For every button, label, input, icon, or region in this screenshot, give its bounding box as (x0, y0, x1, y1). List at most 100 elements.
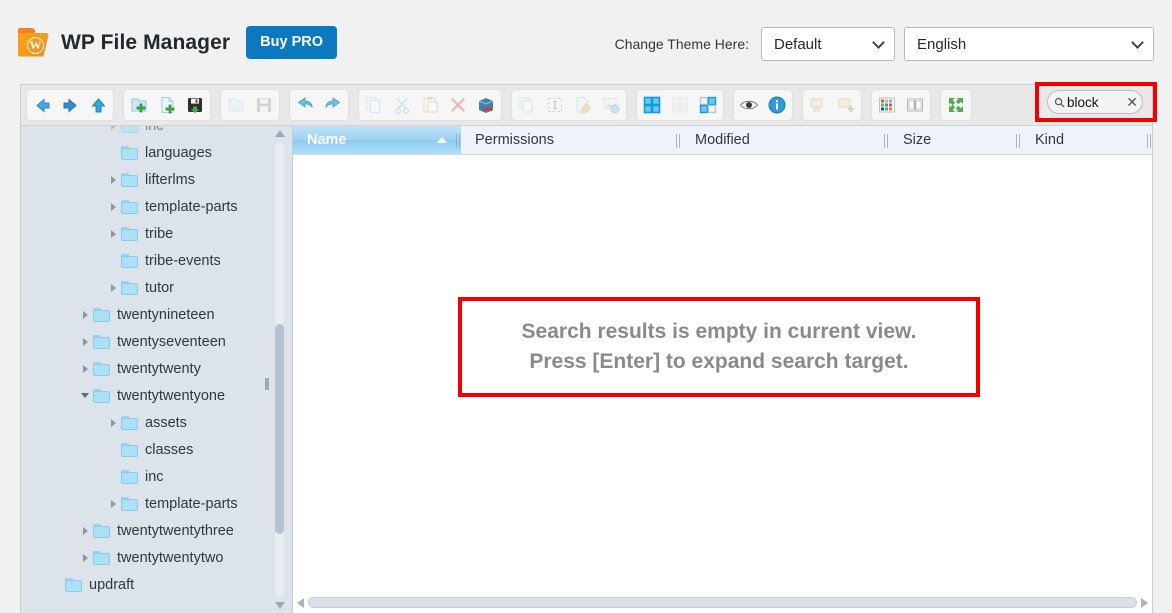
language-select[interactable]: English (904, 27, 1154, 61)
tree-item-template-parts[interactable]: template-parts (21, 490, 279, 517)
column-header-permissions[interactable]: Permissions (461, 126, 681, 154)
expand-arrow-icon[interactable] (77, 364, 93, 373)
tree-item-languages[interactable]: languages (21, 139, 279, 166)
expand-arrow-icon[interactable] (77, 553, 93, 562)
back-button[interactable] (28, 91, 56, 119)
info-button[interactable] (763, 91, 791, 119)
tree-item-tribe[interactable]: tribe (21, 220, 279, 247)
scroll-up-arrow-icon[interactable] (275, 130, 285, 137)
toolbar-group-edit (511, 89, 627, 121)
edit-file-button[interactable] (569, 91, 597, 119)
tree-item-updraft[interactable]: updraft (21, 571, 279, 598)
buy-pro-button[interactable]: Buy PRO (246, 26, 337, 59)
icons-view-button[interactable] (638, 91, 666, 119)
extract-button[interactable] (804, 91, 832, 119)
empty-message-line-1: Search results is empty in current view. (521, 320, 917, 344)
expand-arrow-icon[interactable] (77, 337, 93, 346)
tree-item-inc[interactable]: inc (21, 463, 279, 490)
tree-item-label: twentytwenty (117, 360, 201, 377)
tree-item-twentytwentythree[interactable]: twentytwentythree (21, 517, 279, 544)
collapse-arrow-icon[interactable] (77, 393, 93, 398)
sidebar-vertical-scrollbar[interactable] (273, 128, 286, 611)
folder-icon (121, 172, 138, 187)
expand-arrow-icon[interactable] (105, 126, 121, 130)
brand: W WP File Manager Buy PRO (18, 26, 337, 59)
scroll-down-arrow-icon[interactable] (275, 602, 285, 609)
column-header-name[interactable]: Name (293, 126, 461, 154)
paste-button[interactable] (416, 91, 444, 119)
folder-icon (121, 469, 138, 484)
save-button[interactable] (250, 91, 278, 119)
pane-horizontal-scrollbar[interactable] (293, 592, 1152, 613)
rename-button[interactable] (541, 91, 569, 119)
tree-item-label: twentynineteen (117, 306, 215, 323)
column-resize-grip[interactable] (1147, 134, 1152, 148)
help-button[interactable] (901, 91, 929, 119)
new-file-button[interactable] (153, 91, 181, 119)
undo-button[interactable] (291, 91, 319, 119)
folder-icon (93, 388, 110, 403)
forward-button[interactable] (56, 91, 84, 119)
scrollbar-thumb[interactable] (308, 597, 1137, 608)
language-select-value: English (917, 35, 967, 53)
open-folder-button[interactable] (222, 91, 250, 119)
tree-item-twentytwentyone[interactable]: twentytwentyone (21, 382, 279, 409)
toolbar-group-archive-ops (802, 89, 862, 121)
folder-icon (121, 280, 138, 295)
fullscreen-button[interactable] (942, 91, 970, 119)
tree-item-label: updraft (89, 576, 135, 593)
tree-item-tribe-events[interactable]: tribe-events (21, 247, 279, 274)
theme-select[interactable]: Default (761, 27, 895, 61)
column-header-kind[interactable]: Kind (1021, 126, 1152, 154)
column-header-size[interactable]: Size (889, 126, 1021, 154)
tree-item-twentynineteen[interactable]: twentynineteen (21, 301, 279, 328)
sidebar-resize-grip[interactable] (265, 378, 269, 390)
tree-item-twentytwentytwo[interactable]: twentytwentytwo (21, 544, 279, 571)
scroll-left-arrow-icon[interactable] (293, 597, 308, 608)
change-theme-label: Change Theme Here: (614, 36, 749, 52)
scrollbar-thumb[interactable] (275, 324, 284, 534)
scroll-right-arrow-icon[interactable] (1137, 597, 1152, 608)
tree-item-assets[interactable]: assets (21, 409, 279, 436)
new-folder-button[interactable] (125, 91, 153, 119)
expand-arrow-icon[interactable] (105, 175, 121, 184)
list-view-button[interactable] (666, 91, 694, 119)
expand-arrow-icon[interactable] (77, 526, 93, 535)
search-input[interactable]: block ✕ (1047, 90, 1143, 114)
column-header-modified[interactable]: Modified (681, 126, 889, 154)
tree-item-tutor[interactable]: tutor (21, 274, 279, 301)
expand-arrow-icon[interactable] (105, 499, 121, 508)
copy-button[interactable] (360, 91, 388, 119)
cut-button[interactable] (388, 91, 416, 119)
tree-item-template-parts[interactable]: template-parts (21, 193, 279, 220)
tree-item-inc[interactable]: inc (21, 126, 279, 139)
tree-item-label: inc (145, 468, 164, 485)
search-icon (1054, 97, 1065, 108)
delete-button[interactable] (444, 91, 472, 119)
up-button[interactable] (84, 91, 112, 119)
expand-arrow-icon[interactable] (105, 283, 121, 292)
tree-item-lifterlms[interactable]: lifterlms (21, 166, 279, 193)
expand-arrow-icon[interactable] (105, 202, 121, 211)
search-area: block ✕ (1035, 82, 1157, 122)
compress-button[interactable] (832, 91, 860, 119)
column-headers: Name Permissions Modified Size Kind (293, 126, 1152, 155)
preview-button[interactable] (735, 91, 763, 119)
resize-image-button[interactable] (597, 91, 625, 119)
expand-arrow-icon[interactable] (105, 418, 121, 427)
expand-arrow-icon[interactable] (77, 310, 93, 319)
close-x-icon[interactable]: ✕ (1126, 95, 1138, 109)
archive-button[interactable] (472, 91, 500, 119)
tree-item-twentytwenty[interactable]: twentytwenty (21, 355, 279, 382)
tree-item-classes[interactable]: classes (21, 436, 279, 463)
split-view-button[interactable] (694, 91, 722, 119)
color-palette-button[interactable] (873, 91, 901, 119)
folder-icon (121, 253, 138, 268)
duplicate-button[interactable] (513, 91, 541, 119)
redo-button[interactable] (319, 91, 347, 119)
upload-button[interactable] (181, 91, 209, 119)
tree-item-label: twentyseventeen (117, 333, 226, 350)
toolbar: block ✕ (21, 82, 1157, 126)
tree-item-twentyseventeen[interactable]: twentyseventeen (21, 328, 279, 355)
expand-arrow-icon[interactable] (105, 229, 121, 238)
